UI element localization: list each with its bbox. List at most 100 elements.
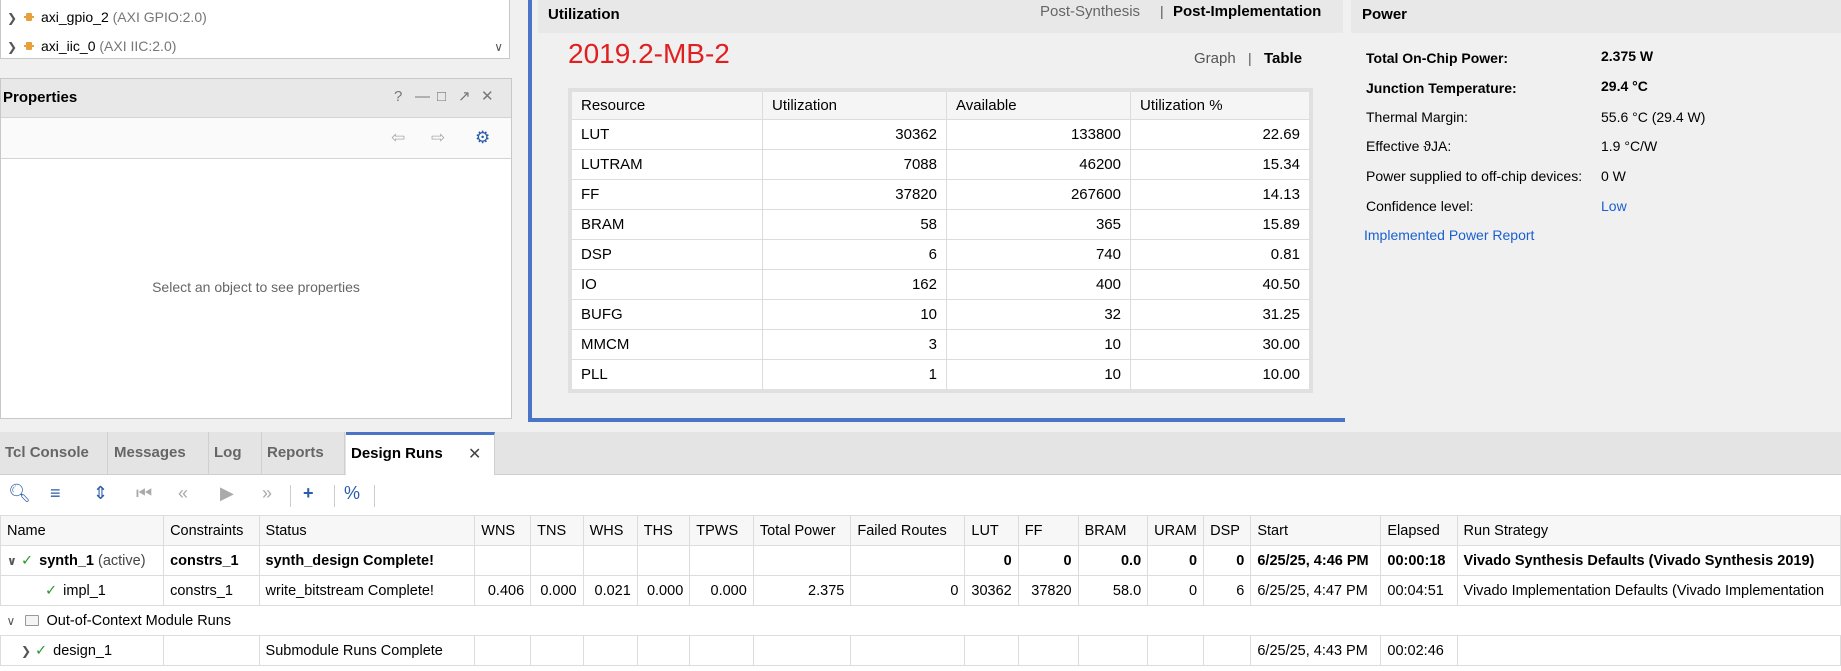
table-row-design[interactable]: ❯ ✓ design_1 Submodule Runs Complete 6/25/… xyxy=(0,635,1841,666)
maximize-icon[interactable]: □ xyxy=(437,88,446,106)
value-cell: 14.13 xyxy=(1130,179,1312,210)
column-header[interactable]: URAM xyxy=(1147,515,1205,546)
table-row[interactable]: MMCM 3 10 30.00 xyxy=(569,329,1312,360)
chevron-down-icon[interactable]: ∨ xyxy=(7,614,21,628)
table-row[interactable]: PLL 1 10 10.00 xyxy=(569,359,1312,392)
column-header[interactable]: Available xyxy=(946,89,1131,120)
chevron-down-icon[interactable]: ∨ xyxy=(494,40,503,54)
table-row[interactable]: BUFG 10 32 31.25 xyxy=(569,299,1312,330)
column-header[interactable]: Start xyxy=(1250,515,1382,546)
tns-cell xyxy=(530,635,584,666)
table-row-ooc[interactable]: ∨ Out-of-Context Module Runs xyxy=(0,605,1841,636)
minimize-icon[interactable]: — xyxy=(415,88,430,106)
tree-item-axi-gpio-2[interactable]: ❯ axi_gpio_2 (AXI GPIO:2.0) xyxy=(7,7,207,27)
gear-icon[interactable]: ⚙ xyxy=(475,128,490,148)
table-row[interactable]: LUTRAM 7088 46200 15.34 xyxy=(569,149,1312,180)
run-strategy-cell: Vivado Implementation Defaults (Vivado I… xyxy=(1456,575,1841,606)
next-icon[interactable]: » xyxy=(262,483,272,504)
column-header[interactable]: Failed Routes xyxy=(850,515,966,546)
ip-core-icon xyxy=(23,11,35,23)
column-header[interactable]: Name xyxy=(0,515,165,546)
previous-icon[interactable]: « xyxy=(178,483,188,504)
tree-item-name: axi_gpio_2 xyxy=(41,9,109,25)
column-header[interactable]: LUT xyxy=(964,515,1019,546)
value-cell: 37820 xyxy=(762,179,947,210)
properties-empty-message: Select an object to see properties xyxy=(152,279,360,295)
power-label: Power supplied to off-chip devices: xyxy=(1366,168,1583,184)
column-header[interactable]: Run Strategy xyxy=(1456,515,1841,546)
resource-cell: MMCM xyxy=(569,329,763,360)
first-icon[interactable]: ⏮︎ xyxy=(136,483,152,504)
column-header[interactable]: DSP xyxy=(1203,515,1252,546)
forward-icon[interactable]: ⇨ xyxy=(431,128,445,148)
table-row[interactable]: BRAM 58 365 15.89 xyxy=(569,209,1312,240)
close-icon[interactable]: ✕ xyxy=(481,88,494,106)
ip-tree: ❯ axi_gpio_2 (AXI GPIO:2.0) ❯ axi_iic_0 (A… xyxy=(0,0,510,59)
column-header[interactable]: Utilization xyxy=(762,89,947,120)
chevron-right-icon[interactable]: ❯ xyxy=(7,8,19,28)
column-header[interactable]: TPWS xyxy=(689,515,754,546)
run-name-cell[interactable]: ∨ ✓ synth_1 (active) xyxy=(0,545,165,576)
value-cell: 22.69 xyxy=(1130,119,1312,150)
table-row[interactable]: LUT 30362 133800 22.69 xyxy=(569,119,1312,150)
column-header[interactable]: Total Power xyxy=(752,515,852,546)
column-header[interactable]: Utilization % xyxy=(1130,89,1312,120)
table-header-row: Resource Utilization Available Utilizati… xyxy=(569,89,1312,120)
toolbar-separator xyxy=(334,485,335,507)
value-cell: 7088 xyxy=(762,149,947,180)
column-header[interactable]: WHS xyxy=(582,515,638,546)
run-name-cell[interactable]: ✓ impl_1 xyxy=(0,575,165,606)
chevron-down-icon[interactable]: ∨ xyxy=(7,554,21,568)
table-row[interactable]: FF 37820 267600 14.13 xyxy=(569,179,1312,210)
tree-item-axi-iic-0[interactable]: ❯ axi_iic_0 (AXI IIC:2.0) xyxy=(7,36,176,56)
total-power-cell: 2.375 xyxy=(752,575,852,606)
resource-cell: BRAM xyxy=(569,209,763,240)
chevron-right-icon[interactable]: ❯ xyxy=(21,644,35,658)
start-cell: 6/25/25, 4:46 PM xyxy=(1250,545,1382,576)
expand-all-icon[interactable]: ⇕ xyxy=(93,483,108,504)
tab-post-synthesis[interactable]: Post-Synthesis xyxy=(1040,3,1140,20)
help-icon[interactable]: ? xyxy=(394,88,402,106)
search-icon[interactable]: 🔍︎ xyxy=(8,483,31,504)
column-header[interactable]: FF xyxy=(1017,515,1079,546)
ff-cell: 37820 xyxy=(1017,575,1079,606)
view-table-toggle[interactable]: Table xyxy=(1264,50,1302,67)
close-icon[interactable]: ✕ xyxy=(468,444,481,464)
column-header[interactable]: Constraints xyxy=(163,515,260,546)
run-icon[interactable]: ▶︎ xyxy=(220,483,234,504)
table-row-synth[interactable]: ∨ ✓ synth_1 (active) constrs_1 synth_desig… xyxy=(0,545,1841,576)
column-header[interactable]: Status xyxy=(258,515,476,546)
column-header[interactable]: Elapsed xyxy=(1380,515,1458,546)
implemented-power-report-link[interactable]: Implemented Power Report xyxy=(1364,227,1534,243)
power-panel: Power Total On-Chip Power: 2.375 W Junct… xyxy=(1351,0,1841,418)
add-icon[interactable]: + xyxy=(303,483,314,504)
ooc-group-cell[interactable]: ∨ Out-of-Context Module Runs xyxy=(0,605,1841,636)
tab-reports[interactable]: Reports xyxy=(262,432,345,474)
chevron-right-icon[interactable]: ❯ xyxy=(7,37,19,57)
view-graph-toggle[interactable]: Graph xyxy=(1194,50,1236,67)
table-row-impl[interactable]: ✓ impl_1 constrs_1 write_bitstream Comple… xyxy=(0,575,1841,606)
column-header[interactable]: BRAM xyxy=(1077,515,1149,546)
resource-cell: LUT xyxy=(569,119,763,150)
column-header[interactable]: WNS xyxy=(474,515,532,546)
table-row[interactable]: IO 162 400 40.50 xyxy=(569,269,1312,300)
run-name-cell[interactable]: ❯ ✓ design_1 xyxy=(0,635,165,666)
value-cell: 267600 xyxy=(946,179,1131,210)
tab-post-implementation[interactable]: Post-Implementation xyxy=(1173,3,1321,20)
back-icon[interactable]: ⇦ xyxy=(391,128,405,148)
confidence-level-link[interactable]: Low xyxy=(1601,198,1627,214)
tab-messages[interactable]: Messages xyxy=(109,432,209,474)
tab-tcl-console[interactable]: Tcl Console xyxy=(0,432,108,474)
collapse-all-icon[interactable]: ≡ xyxy=(50,483,61,504)
table-row[interactable]: DSP 6 740 0.81 xyxy=(569,239,1312,270)
column-header[interactable]: Resource xyxy=(569,89,763,120)
utilization-title: Utilization xyxy=(548,6,620,23)
percent-icon[interactable]: % xyxy=(344,483,360,504)
float-icon[interactable]: ↗ xyxy=(458,88,471,106)
column-header[interactable]: TNS xyxy=(530,515,584,546)
value-cell: 15.89 xyxy=(1130,209,1312,240)
bottom-panel: Tcl Console Messages Log Reports Design … xyxy=(0,432,1841,671)
ff-cell: 0 xyxy=(1017,545,1079,576)
column-header[interactable]: THS xyxy=(636,515,691,546)
tab-log[interactable]: Log xyxy=(209,432,262,474)
